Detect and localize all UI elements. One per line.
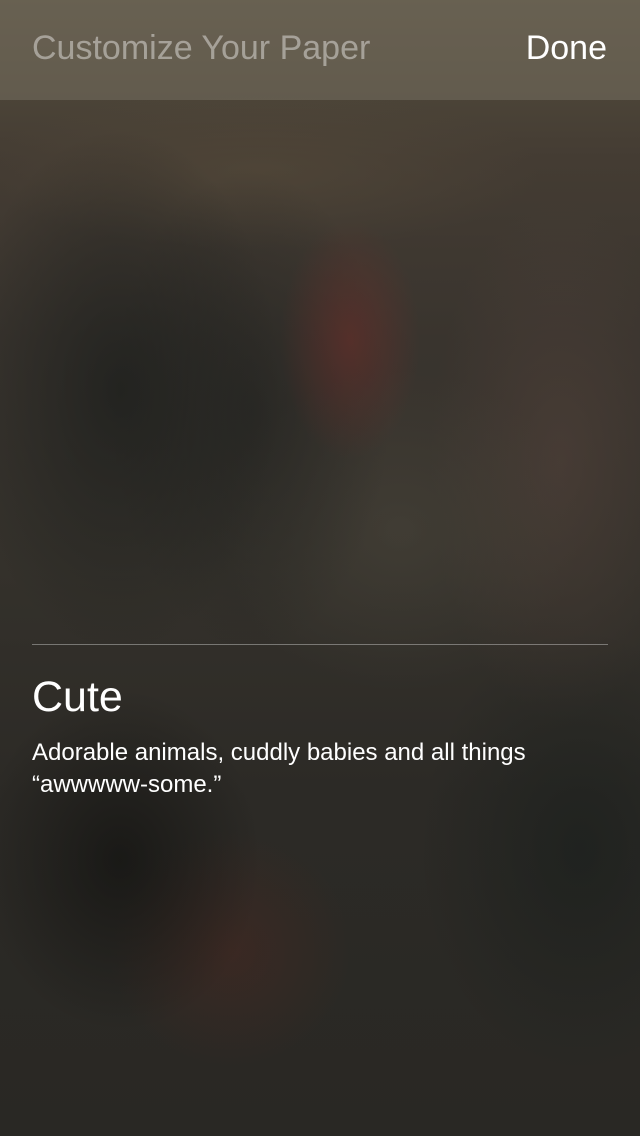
blurred-background: Customize Your Paper Done Cute Adorable … [0, 0, 640, 1136]
top-navigation-bar: Customize Your Paper Done [0, 0, 640, 100]
done-button[interactable]: Done [526, 28, 607, 68]
category-title: Cute [32, 673, 123, 721]
section-divider [32, 644, 608, 645]
category-description: Adorable animals, cuddly babies and all … [32, 739, 526, 798]
page-title: Customize Your Paper [32, 29, 371, 67]
